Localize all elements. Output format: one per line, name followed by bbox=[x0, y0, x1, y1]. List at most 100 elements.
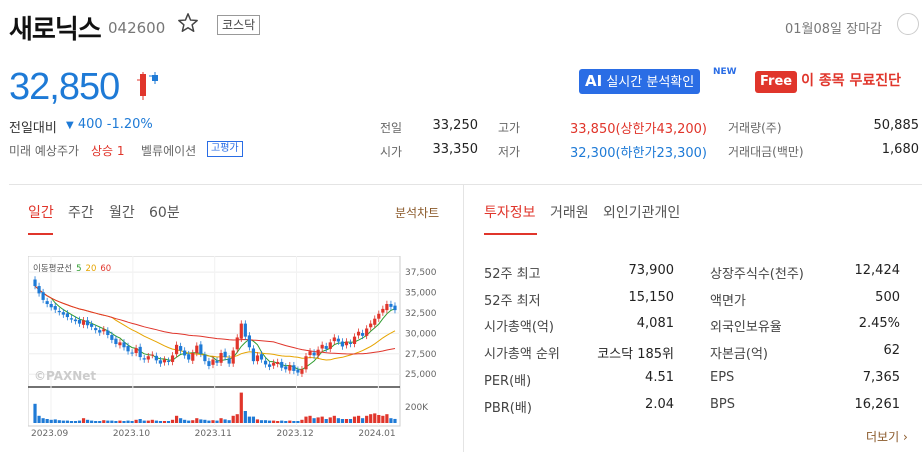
candle-body bbox=[356, 331, 361, 336]
candle-body bbox=[211, 359, 215, 365]
x-tick-label: 2023.10 bbox=[113, 429, 150, 439]
tab-60min[interactable]: 60분 bbox=[149, 202, 180, 222]
candle-body bbox=[77, 319, 82, 324]
candle-body bbox=[276, 361, 280, 364]
volume-bar bbox=[324, 419, 328, 423]
candle-body bbox=[332, 337, 336, 342]
tab-weekly[interactable]: 주간 bbox=[68, 202, 94, 222]
candle-body bbox=[344, 341, 349, 346]
tab-investment-info[interactable]: 투자정보 bbox=[484, 202, 536, 222]
free-badge: Free bbox=[755, 71, 798, 93]
volume-bar bbox=[352, 416, 357, 423]
volume-bar bbox=[162, 421, 167, 423]
x-tick-label: 2024.01 bbox=[358, 429, 395, 439]
candle-body bbox=[340, 341, 344, 347]
tab-daily[interactable]: 일간 bbox=[28, 202, 54, 222]
x-tick-label: 2023.11 bbox=[195, 429, 232, 439]
analysis-chart-link[interactable]: 분석차트 bbox=[395, 204, 439, 221]
candle-body bbox=[324, 346, 328, 349]
candle-body bbox=[296, 369, 300, 373]
info-label: PER(배) bbox=[484, 374, 532, 389]
volume-tick-label: 200K bbox=[405, 403, 429, 413]
paxnet-watermark: ©PAXNet bbox=[34, 369, 96, 383]
high-value: 33,850(상한가43,200) bbox=[570, 122, 707, 137]
divider bbox=[463, 185, 464, 452]
candle-body bbox=[272, 362, 276, 366]
info-value: 7,365 bbox=[862, 370, 900, 385]
candle-body bbox=[150, 354, 154, 356]
high-label: 고가 bbox=[498, 121, 521, 135]
info-label: 상장주식수(천주) bbox=[710, 267, 804, 282]
candle-body bbox=[174, 344, 179, 355]
more-link[interactable]: 더보기 › bbox=[866, 428, 908, 445]
chart-frame bbox=[28, 256, 401, 427]
candle-body bbox=[231, 350, 235, 364]
volume-bar bbox=[41, 418, 45, 423]
info-label: 시가총액 순위 bbox=[484, 347, 560, 362]
info-label: EPS bbox=[710, 370, 735, 385]
volume-bar bbox=[393, 418, 397, 423]
free-diagnosis-button[interactable]: Free 이 종목 무료진단 bbox=[755, 69, 901, 94]
valuation-badge[interactable]: 고평가 bbox=[207, 141, 243, 157]
tab-foreign-institution[interactable]: 외인기관개인 bbox=[603, 202, 680, 222]
volume-bar bbox=[57, 420, 61, 423]
volume-bar bbox=[268, 420, 272, 423]
refresh-button[interactable] bbox=[897, 13, 919, 35]
price-chart[interactable]: 37,50035,00032,50030,00027,50025,000 202… bbox=[28, 256, 448, 441]
volume-bar bbox=[320, 416, 324, 423]
tab-brokers[interactable]: 거래원 bbox=[550, 202, 589, 222]
candle-body bbox=[138, 346, 142, 358]
info-label: 52주 최고 bbox=[484, 267, 541, 282]
candle-body bbox=[288, 365, 292, 371]
open-label: 시가 bbox=[380, 145, 403, 159]
info-label: BPS bbox=[710, 397, 736, 412]
prev-close-label: 전일 bbox=[380, 121, 403, 135]
candle-body bbox=[61, 312, 65, 315]
candle-body bbox=[239, 323, 243, 339]
ai-analysis-button[interactable]: AI 실시간 분석확인 bbox=[579, 69, 701, 94]
volume-bar bbox=[223, 419, 227, 423]
volume-bar bbox=[98, 421, 102, 423]
candle-body bbox=[377, 313, 381, 319]
candle-body bbox=[280, 361, 284, 368]
x-tick-label: 2023.09 bbox=[31, 429, 68, 439]
volume-bar bbox=[150, 419, 154, 423]
candle-body bbox=[33, 279, 37, 287]
ai-prefix: AI bbox=[585, 72, 603, 90]
volume-bar bbox=[215, 420, 219, 423]
free-diagnosis-label: 이 종목 무료진단 bbox=[801, 73, 902, 89]
volume-bar bbox=[187, 420, 191, 423]
prev-close-value: 33,250 bbox=[432, 118, 479, 133]
candle-body bbox=[94, 328, 98, 331]
info-value: 2.45% bbox=[858, 316, 900, 331]
candle-body bbox=[110, 335, 114, 340]
volume-bar bbox=[179, 418, 183, 423]
volume-bar bbox=[207, 420, 211, 423]
candle-body bbox=[57, 310, 61, 313]
tab-monthly[interactable]: 월간 bbox=[109, 202, 135, 222]
info-value: 4,081 bbox=[636, 316, 674, 331]
volume-bar bbox=[158, 421, 162, 423]
stock-name: 새로닉스 bbox=[9, 15, 102, 45]
candle-body bbox=[251, 348, 256, 362]
volume-bar bbox=[49, 419, 53, 423]
candle-body bbox=[373, 318, 377, 325]
volume-bar bbox=[130, 421, 134, 423]
volume-bar bbox=[340, 419, 344, 423]
volume-bar bbox=[166, 421, 171, 423]
volume-bar bbox=[300, 419, 304, 423]
volume-value: 50,885 bbox=[873, 118, 920, 133]
volume-bar bbox=[94, 421, 98, 423]
volume-bar bbox=[227, 420, 231, 423]
forecast-value[interactable]: 상승 1 bbox=[91, 142, 125, 159]
volume-bar bbox=[263, 420, 268, 423]
volume-bar bbox=[276, 421, 280, 423]
candle-body bbox=[203, 355, 207, 362]
volume-bar bbox=[332, 415, 336, 423]
stock-code: 042600 bbox=[108, 19, 166, 37]
volume-bar bbox=[118, 420, 122, 423]
volume-bar bbox=[280, 420, 284, 423]
volume-bar bbox=[65, 420, 69, 423]
star-icon[interactable] bbox=[177, 12, 199, 34]
y-tick-label: 37,500 bbox=[405, 268, 437, 278]
